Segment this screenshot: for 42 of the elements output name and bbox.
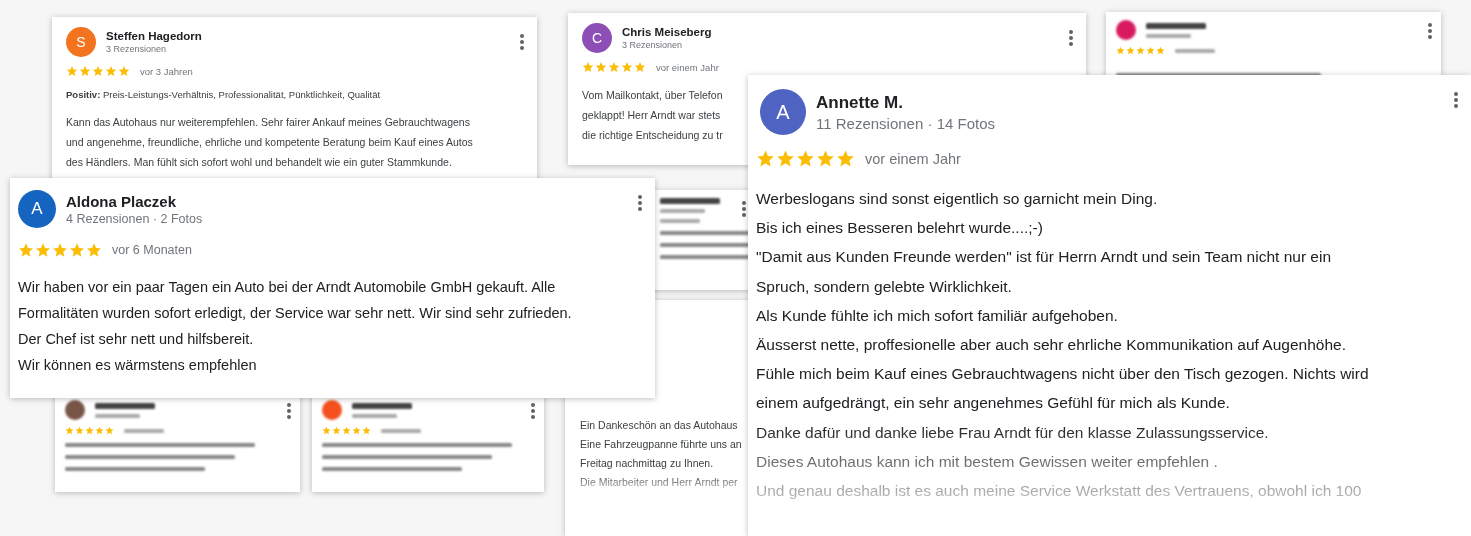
review-text: Bis ich eines Besseren belehrt wurde....;-)	[756, 218, 1043, 239]
review-text: Spruch, sondern gelebte Wirklichkeit.	[756, 276, 1012, 297]
review-text: Und genau deshalb ist es auch meine Service Werkstatt des Vertrauens, obwohl ich 100	[756, 481, 1362, 502]
review-text: Als Kunde fühlte ich mich sofort familiär aufgehoben.	[756, 305, 1118, 326]
review-count: 3 Rezensionen	[622, 40, 684, 50]
review-text: Wir haben vor ein paar Tagen ein Auto bei der Arndt Automobile GmbH gekauft. Alle	[18, 278, 556, 297]
review-text: geklappt! Herr Arndt war stets	[582, 108, 721, 123]
avatar: A	[760, 89, 806, 135]
review-date: vor einem Jahr	[865, 150, 961, 167]
avatar: A	[18, 190, 56, 228]
review-text: Äusserst nette, proffesionelle aber auch sehr ehrliche Kommunikation auf Augenhöhe.	[756, 335, 1346, 355]
review-date: vor einem Jahr	[656, 61, 719, 73]
review-text: Dieses Autohaus kann ich mit bestem Gewissen weiter empfehlen .	[756, 451, 1218, 472]
review-text: Vom Mailkontakt, über Telefon	[582, 88, 723, 103]
review-text: Danke dafür und danke liebe Frau Arndt für den klasse Zulassungsservice.	[756, 422, 1269, 443]
review-date: vor 6 Monaten	[112, 243, 192, 257]
review-text: Freitag nachmittag zu Ihnen.	[580, 456, 714, 471]
review-count: 4 Rezensionen · 2 Fotos	[66, 211, 203, 226]
review-text: einem aufgedrängt, ein sehr angenehmes Gefühl für mich als Kunde.	[756, 393, 1230, 414]
review-date: vor 3 Jahren	[140, 65, 193, 77]
review-text: Eine Fahrzeugpanne führte uns an	[580, 437, 742, 452]
review-highlights: Positiv: Preis-Leistungs-Verhältnis, Professionalität, Pünktlichkeit, Qualität	[66, 89, 382, 100]
review-text: Wir können es wärmstens empfehlen	[18, 356, 257, 375]
review-text: Werbeslogans sind sonst eigentlich so garnicht mein Ding.	[756, 189, 1158, 209]
reviewer-name[interactable]: Chris Meiseberg	[622, 26, 712, 38]
reviewer-name[interactable]: Steffen Hagedorn	[106, 30, 202, 42]
review-text: die richtige Entscheidung zu tr	[582, 128, 723, 143]
review-text: "Damit aus Kunden Freunde werden" ist für Herrn Arndt und sein Team nicht nur ein	[756, 247, 1332, 268]
avatar: S	[66, 27, 96, 57]
review-count: 3 Rezensionen	[106, 44, 168, 54]
review-text: Kann das Autohaus nur weiterempfehlen. Sehr fairer Ankauf meines Gebrauchtwagens	[66, 115, 470, 130]
review-text: und angenehme, freundliche, ehrliche und kompetente Beratung beim Kauf eines Autos	[66, 135, 473, 150]
avatar: C	[582, 23, 612, 53]
reviewer-name[interactable]: Aldona Placzek	[66, 192, 203, 210]
review-text: Fühle mich beim Kauf eines Gebrauchtwagens nicht über den Tisch gezogen. Nichts wird	[756, 364, 1369, 385]
review-text: Der Chef ist sehr nett und hilfsbereit.	[18, 330, 254, 349]
review-count: 11 Rezensionen · 14 Fotos	[816, 114, 995, 132]
review-text: Formalitäten wurden sofort erledigt, der Service war sehr nett. Wir sind sehr zufrieden.	[18, 304, 572, 323]
review-text: Ein Dankeschön an das Autohaus	[580, 418, 738, 433]
review-text: Die Mitarbeiter und Herr Arndt per	[580, 475, 738, 490]
reviewer-name[interactable]: Annette M.	[816, 92, 995, 113]
review-text: des Händlers. Man fühlt sich sofort wohl und behandelt wie ein guter Stammkunde.	[66, 155, 452, 170]
